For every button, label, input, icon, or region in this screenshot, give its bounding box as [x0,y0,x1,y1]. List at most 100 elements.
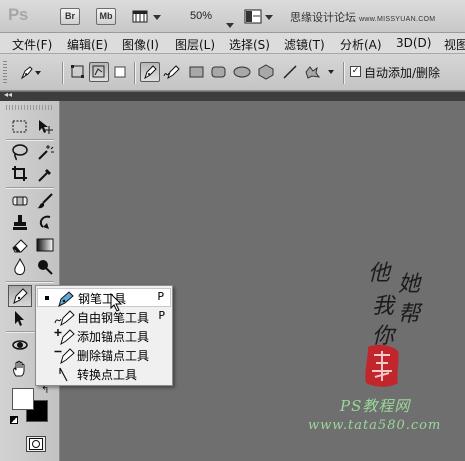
fill-pixels-button[interactable] [110,62,130,82]
blur-tool[interactable] [10,257,30,277]
shape-layers-icon [71,65,84,78]
flyout-item-freeform-pen[interactable]: 自由钢笔工具 P [37,308,171,327]
hand-tool[interactable] [10,359,30,379]
dodge-icon [38,260,53,275]
rectangle-icon [189,66,204,78]
pen-icon [144,65,157,80]
bridge-button[interactable]: Br [60,8,80,25]
site-watermark: 思缘设计论坛 www.MISSYUAN.COM [290,9,435,25]
menu-filter[interactable]: 滤镜(T) [284,33,325,53]
custom-shape-option[interactable] [303,62,337,82]
flyout-item-convert-point[interactable]: 转换点工具 [37,365,171,384]
paths-button[interactable] [89,62,109,82]
healing-brush-tool[interactable] [10,191,30,211]
shape-layers-button[interactable] [68,62,88,82]
separator [343,62,344,84]
arrange-documents-button[interactable] [244,9,274,25]
crop-icon [12,166,27,181]
freeform-pen-icon [54,310,75,326]
brush-icon [37,193,53,209]
pen-preset-icon [20,66,41,80]
eyedropper-icon [38,169,51,182]
view-extras-button[interactable] [132,9,162,25]
watermark-url: www.tata580.com [308,418,442,433]
foreground-color-swatch[interactable] [12,388,34,410]
eyedropper-tool[interactable] [35,164,55,184]
options-grip[interactable] [3,61,7,83]
red-seal-stamp-icon [365,344,399,387]
flyout-item-pen[interactable]: 钢笔工具 P [37,288,171,307]
rectangular-marquee-tool[interactable] [10,117,30,137]
menu-file[interactable]: 文件(F) [12,33,52,53]
zoom-dropdown-icon[interactable] [226,13,234,32]
line-option[interactable] [280,62,300,82]
pen-icon [13,288,28,304]
3d-rotate-tool[interactable] [10,335,30,355]
stamp-icon [13,215,27,230]
lasso-tool[interactable] [10,142,30,162]
gradient-tool[interactable] [35,235,55,255]
separator [6,281,54,282]
history-brush-tool[interactable] [35,213,55,233]
lasso-icon [12,144,28,161]
pen-tool[interactable] [8,285,32,307]
flyout-item-add-anchor[interactable]: 添加锚点工具 [37,327,171,346]
menu-select[interactable]: 选择(S) [229,33,270,53]
pen-tool-option[interactable] [140,62,160,82]
line-icon [283,65,297,79]
rectangle-option[interactable] [187,62,207,82]
flyout-item-label: 删除锚点工具 [77,349,150,363]
path-selection-tool[interactable] [10,309,30,329]
menu-layer[interactable]: 图层(L) [175,33,215,53]
custom-shape-icon [305,66,334,79]
polygon-option[interactable] [256,62,276,82]
bandage-icon [12,196,28,206]
freeform-pen-option[interactable] [162,62,182,82]
paths-icon [92,65,105,78]
watermark-char: 帮 [398,302,421,327]
separator [134,62,135,84]
polygon-icon [258,64,274,80]
toolbox-grip[interactable] [6,105,54,110]
menu-3d[interactable]: 3D(D) [396,33,431,50]
quick-selection-tool[interactable] [35,142,55,162]
path-selection-icon [15,311,24,326]
zoom-level[interactable]: 50% [190,10,212,22]
quick-mask-icon [29,438,43,450]
tool-preset-picker[interactable] [18,62,44,82]
minibridge-button[interactable]: Mb [96,8,116,25]
dodge-tool[interactable] [35,257,55,277]
quick-mask-button[interactable] [26,436,46,452]
application-bar: Ps Br Mb 50% 思缘设计论坛 www.MISSYUAN.COM [0,0,465,33]
marquee-icon [12,120,27,133]
move-tool[interactable] [35,117,55,137]
history-brush-icon [39,215,51,229]
ellipse-option[interactable] [232,62,252,82]
collapse-icon[interactable]: ◂◂ [4,90,12,99]
menu-view[interactable]: 视图 [444,33,465,53]
blur-icon [14,258,26,275]
freeform-pen-icon [163,65,180,80]
panel-dock-strip [0,92,465,101]
crop-tool[interactable] [10,164,30,184]
swap-colors-icon[interactable]: ↰ [41,385,49,396]
clone-stamp-tool[interactable] [10,213,30,233]
hand-icon [13,360,25,377]
convert-point-icon [59,367,68,382]
menu-edit[interactable]: 编辑(E) [67,33,108,53]
menu-image[interactable]: 图像(I) [122,33,159,53]
site-url: www.MISSYUAN.COM [359,16,436,23]
brush-tool[interactable] [35,191,55,211]
flyout-item-delete-anchor[interactable]: 删除锚点工具 [37,346,171,365]
default-colors-icon[interactable] [10,416,18,424]
flyout-item-shortcut: P [157,290,164,303]
arrange-icon [244,9,273,24]
eraser-tool[interactable] [10,235,30,255]
auto-add-delete-checkbox[interactable]: ✓ [350,66,361,77]
move-icon [39,120,53,134]
separator [62,62,63,84]
watermark-char: 她 [398,272,421,297]
rounded-rectangle-option[interactable] [209,62,229,82]
menu-analysis[interactable]: 分析(A) [340,33,382,53]
watermark-site-name: PS教程网 [340,397,411,415]
